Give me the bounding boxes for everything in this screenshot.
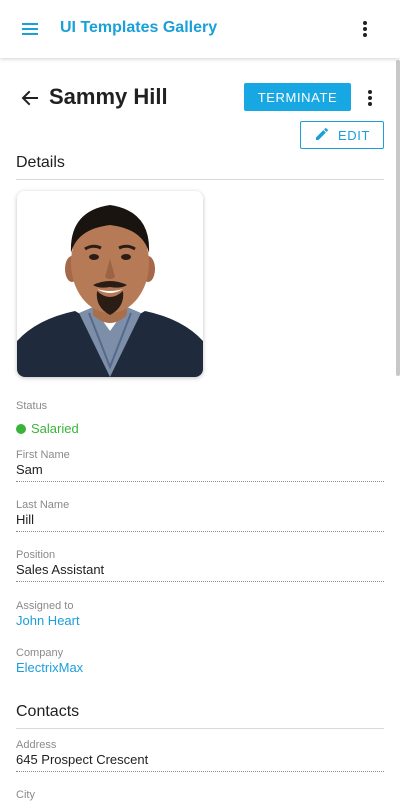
status-label: Status: [16, 400, 48, 412]
assigned-to-link[interactable]: John Heart: [16, 613, 384, 629]
pencil-icon: [314, 126, 330, 145]
divider: [16, 728, 384, 729]
app-title: UI Templates Gallery: [60, 19, 218, 36]
position-label: Position: [16, 549, 56, 561]
last-name-label: Last Name: [16, 499, 70, 511]
address-label: Address: [16, 739, 57, 751]
field-underline: [16, 581, 384, 582]
last-name-field[interactable]: Last Name Hill: [16, 499, 384, 532]
edit-label: EDIT: [337, 127, 370, 143]
field-underline: [16, 531, 384, 532]
first-name-label: First Name: [16, 449, 70, 461]
field-underline: [16, 771, 384, 772]
back-arrow-icon[interactable]: [18, 86, 42, 110]
more-vertical-icon[interactable]: [358, 86, 382, 110]
detail-header: Sammy Hill TERMINATE: [0, 80, 400, 116]
divider: [16, 179, 384, 180]
contacts-section-title: Contacts: [16, 703, 80, 720]
city-label: City: [16, 789, 35, 801]
status-value: Salaried: [31, 421, 79, 436]
more-vertical-icon[interactable]: [353, 17, 377, 41]
company-field: Company ElectrixMax: [16, 647, 384, 676]
status-badge: Salaried: [16, 421, 384, 436]
company-link[interactable]: ElectrixMax: [16, 660, 384, 676]
first-name-field[interactable]: First Name Sam: [16, 449, 384, 482]
status-dot-icon: [16, 423, 26, 434]
first-name-value: Sam: [16, 462, 43, 477]
last-name-value: Hill: [16, 512, 35, 527]
city-field[interactable]: City: [16, 789, 384, 802]
company-label: Company: [16, 647, 64, 659]
address-value: 645 Prospect Crescent: [16, 752, 149, 767]
position-field[interactable]: Position Sales Assistant: [16, 549, 384, 582]
assigned-to-field: Assigned to John Heart: [16, 600, 384, 629]
position-value: Sales Assistant: [16, 562, 105, 577]
edit-button[interactable]: EDIT: [300, 121, 384, 149]
assigned-to-label: Assigned to: [16, 600, 74, 612]
details-section-title: Details: [16, 154, 65, 171]
address-field[interactable]: Address 645 Prospect Crescent: [16, 739, 384, 772]
menu-icon[interactable]: [18, 17, 42, 41]
employee-name: Sammy Hill: [49, 84, 168, 109]
employee-photo: [17, 191, 203, 377]
status-field: Status Salaried: [16, 400, 384, 436]
terminate-button[interactable]: TERMINATE: [244, 83, 351, 111]
field-underline: [16, 481, 384, 482]
app-bar: UI Templates Gallery: [0, 0, 400, 58]
